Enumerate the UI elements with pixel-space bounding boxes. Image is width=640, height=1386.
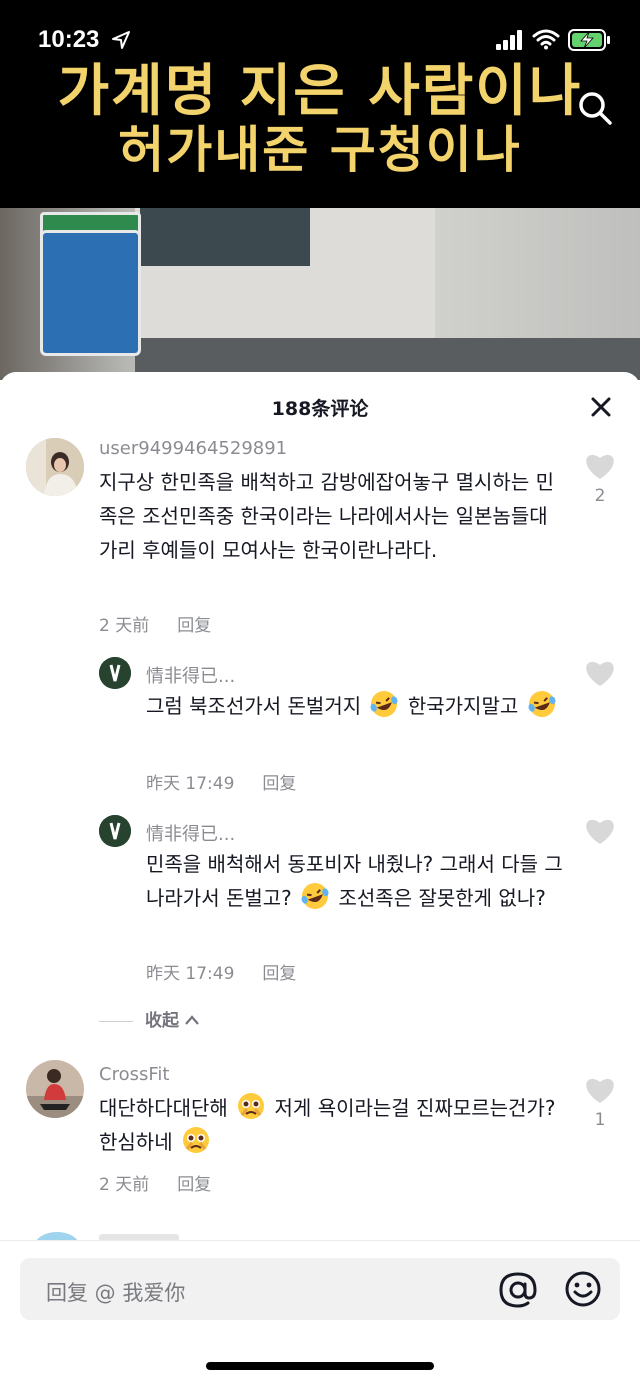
comment-meta: 2 天前 回复 [99, 1170, 211, 1195]
location-arrow-icon [112, 31, 130, 49]
status-time: 10:23 [38, 26, 100, 53]
like-count: 1 [594, 1110, 606, 1130]
divider [99, 1020, 133, 1022]
search-icon[interactable] [577, 90, 613, 126]
heart-icon [586, 819, 614, 844]
comment-username[interactable]: 情非得已... [146, 820, 235, 846]
avatar[interactable] [26, 438, 84, 496]
comment-text: 지구상 한민족을 배척하고 감방에잡어놓구 멸시하는 민족은 조선민족중 한국이… [99, 470, 554, 562]
avatar[interactable] [99, 657, 131, 689]
comments-sheet: 188条评论 user9499464529891 지구상 한민족을 배척하고 감… [0, 372, 640, 1385]
comment-text: 대단하다대단해 저게 욕이라는걸 진짜모르는건가? 한심하네 [99, 1091, 559, 1159]
comment-meta: 昨天 17:49 回复 [146, 959, 296, 984]
battery-charging-icon [568, 29, 610, 51]
comment-time: 昨天 17:49 [146, 774, 235, 794]
comment-text-part: 한국가지말고 [407, 694, 519, 718]
collapse-label: 收起 [145, 1011, 179, 1031]
heart-icon [586, 1078, 614, 1103]
close-icon[interactable] [588, 394, 614, 420]
reply-button[interactable]: 回复 [177, 616, 211, 636]
reply-input[interactable]: 回复 @ 我爱你 [20, 1258, 620, 1320]
like-count: 2 [594, 486, 606, 506]
reply-button[interactable]: 回复 [262, 964, 296, 984]
status-bar: 10:23 [0, 0, 640, 70]
avatar[interactable] [26, 1060, 84, 1118]
laughing-crying-emoji-icon [301, 883, 329, 909]
at-mention-icon[interactable] [498, 1270, 538, 1310]
reply-button[interactable]: 回复 [177, 1175, 211, 1195]
wifi-icon [532, 29, 560, 50]
like-button[interactable]: 1 [583, 1076, 617, 1130]
road-sign-blue [40, 230, 141, 356]
video-caption-line2: 허가내준 구청이나 [118, 121, 522, 179]
comment-text-part: 대단하다대단해 [99, 1096, 228, 1120]
comment-time: 昨天 17:49 [146, 964, 235, 984]
comment-username[interactable]: user9499464529891 [99, 438, 287, 459]
comment-meta: 2 天前 回复 [99, 611, 211, 636]
comment-text-part: 조선족은 잘못한게 없나? [338, 886, 546, 910]
like-button[interactable] [583, 817, 617, 849]
collapse-replies-button[interactable]: 收起 [99, 1006, 200, 1031]
emoji-icon[interactable] [563, 1269, 603, 1309]
home-indicator[interactable] [206, 1362, 434, 1370]
comment-time: 2 天前 [99, 616, 150, 636]
heart-icon [586, 661, 614, 686]
comment-meta: 昨天 17:49 回复 [146, 769, 296, 794]
pleading-face-emoji-icon [182, 1127, 209, 1153]
comments-count-title: 188条评论 [271, 398, 369, 420]
pleading-face-emoji-icon [238, 1093, 265, 1119]
comment-username[interactable]: CrossFit [99, 1064, 169, 1085]
comment-username[interactable]: 情非得已... [146, 662, 235, 688]
chevron-up-icon [185, 1015, 200, 1025]
laughing-crying-emoji-icon [371, 691, 398, 717]
comment-text-part: 그럼 북조선가서 돈벌거지 [146, 694, 362, 718]
comment-text: 민족을 배척해서 동포비자 내줬나? 그래서 다들 그나라가서 돈벌고? 조선족… [146, 847, 571, 915]
reply-button[interactable]: 回复 [262, 774, 296, 794]
avatar[interactable] [99, 815, 131, 847]
like-button[interactable]: 2 [583, 452, 617, 506]
laughing-crying-emoji-icon [528, 691, 556, 717]
comment-text: 그럼 북조선가서 돈벌거지 한국가지말고 [146, 689, 571, 723]
cellular-signal-icon [496, 30, 522, 50]
like-button[interactable] [583, 659, 617, 691]
reply-input-placeholder: 回复 @ 我爱你 [46, 1281, 186, 1305]
heart-icon [586, 454, 614, 479]
comment-time: 2 天前 [99, 1175, 150, 1195]
